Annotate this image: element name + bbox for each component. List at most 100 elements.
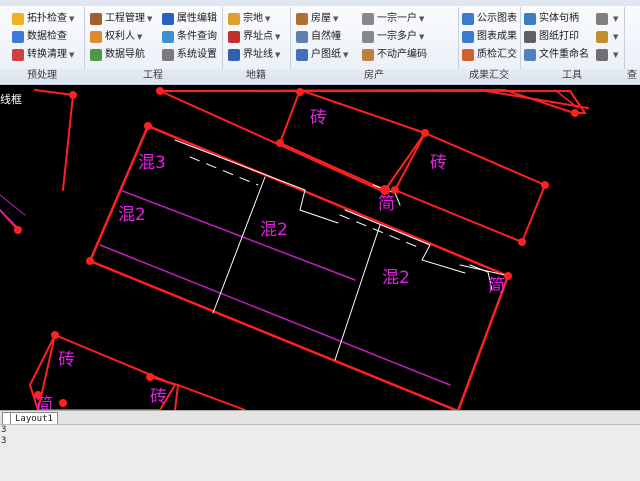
- group-label: 预处理: [0, 69, 84, 83]
- condition-query-button[interactable]: 条件查询: [162, 29, 217, 45]
- brush-button[interactable]: ▼: [596, 29, 618, 45]
- house-button[interactable]: 房屋 ▼: [296, 11, 338, 27]
- structure-label-brick: 砖: [150, 387, 167, 407]
- interior-white-line[interactable]: [212, 176, 266, 314]
- group-results: 公示图表 图表成果 质检汇交 成果汇交: [458, 7, 521, 83]
- wrench-button[interactable]: ▼: [596, 47, 618, 63]
- drawing-canvas[interactable]: 砖 砖 混3 混2 混2 混2 简 简 砖 砖 简 线框: [0, 85, 640, 410]
- project-manage-button[interactable]: 工程管理 ▼: [90, 11, 152, 27]
- grid-icon: [596, 13, 608, 25]
- parcel-outline[interactable]: [393, 131, 547, 244]
- owner-button[interactable]: 权利人 ▼: [90, 29, 142, 45]
- parcel-button[interactable]: 宗地 ▼: [228, 11, 270, 27]
- frame-tag: 线框: [0, 92, 22, 106]
- vertex-point[interactable]: [571, 109, 579, 117]
- one-parcel-multi-unit-button[interactable]: 一宗多户 ▼: [362, 29, 424, 45]
- vertex-point[interactable]: [541, 181, 549, 189]
- attribute-edit-button[interactable]: 属性编辑: [162, 11, 217, 27]
- vertex-point[interactable]: [51, 331, 59, 339]
- vertex-point[interactable]: [69, 91, 77, 99]
- chevron-down-icon: ▼: [265, 15, 271, 23]
- point-icon: [228, 31, 240, 43]
- natural-building-button[interactable]: 自然幢: [296, 29, 341, 45]
- chevron-down-icon: ▼: [137, 33, 143, 41]
- interior-purple-line[interactable]: [99, 244, 451, 386]
- ribbon: 拓扑检查 ▼ 数据检查 转换清理 ▼ 预处理 工程管理 ▼ 属性编辑 权利人 ▼ 条件查…: [0, 0, 640, 85]
- vertex-point[interactable]: [296, 88, 304, 96]
- chevron-down-icon: ▼: [333, 15, 339, 23]
- command-history-line: 3: [1, 436, 7, 446]
- boundary-point-button[interactable]: 界址点 ▼: [228, 29, 280, 45]
- interior-dashed-line[interactable]: [339, 214, 421, 249]
- arrow-icon: [362, 13, 374, 25]
- group-preprocess: 拓扑检查 ▼ 数据检查 转换清理 ▼ 预处理: [0, 7, 85, 83]
- system-settings-button[interactable]: 系统设置: [162, 47, 217, 63]
- vertex-point[interactable]: [59, 399, 67, 407]
- print-drawing-button[interactable]: 图纸打印: [524, 29, 579, 45]
- entity-handle-button[interactable]: 实体句柄: [524, 11, 579, 27]
- vertex-point[interactable]: [504, 272, 512, 280]
- user-icon: [90, 31, 102, 43]
- cad-drawing[interactable]: 砖 砖 混3 混2 混2 混2 简 简 砖 砖 简 线框: [0, 85, 640, 410]
- interior-white-line[interactable]: [344, 209, 431, 246]
- group-cadastre: 宗地 ▼ 界址点 ▼ 界址线 ▼ 地籍: [222, 7, 291, 83]
- unit-drawing-button[interactable]: 户图纸 ▼: [296, 47, 348, 63]
- parcel-icon: [228, 13, 240, 25]
- chart-results-button[interactable]: 图表成果: [462, 29, 517, 45]
- structure-label-simple: 简: [378, 194, 395, 214]
- vertex-point[interactable]: [391, 186, 399, 194]
- interior-dashed-line[interactable]: [189, 156, 259, 186]
- chevron-down-icon: ▼: [343, 51, 349, 59]
- chevron-down-icon: ▼: [613, 51, 619, 59]
- brush-icon: [596, 31, 608, 43]
- public-chart-button[interactable]: 公示图表: [462, 11, 517, 27]
- data-navigation-button[interactable]: 数据导航: [90, 47, 145, 63]
- structure-label-brick: 砖: [58, 350, 75, 370]
- wrench-icon: [596, 49, 608, 61]
- chevron-down-icon: ▼: [69, 15, 75, 23]
- house-icon: [296, 13, 308, 25]
- line-icon: [228, 49, 240, 61]
- group-label: 工具: [520, 69, 624, 83]
- parcel-boundary[interactable]: [0, 194, 26, 216]
- parcel-outline[interactable]: [34, 89, 75, 191]
- file-icon: [524, 49, 536, 61]
- rename-file-button[interactable]: 文件重命名: [524, 47, 589, 63]
- interior-white-line[interactable]: [299, 189, 339, 224]
- structure-label-concrete2: 混2: [260, 220, 288, 240]
- ribbon-tab-strip: [0, 0, 640, 6]
- checkbox-icon: [12, 31, 24, 43]
- vertex-point[interactable]: [518, 238, 526, 246]
- convert-clean-button[interactable]: 转换清理 ▼: [12, 47, 74, 63]
- structure-label-brick: 砖: [310, 108, 327, 128]
- qc-submit-button[interactable]: 质检汇交: [462, 47, 517, 63]
- boundary-line-button[interactable]: 界址线 ▼: [228, 47, 280, 63]
- parcel-outline[interactable]: [177, 384, 246, 410]
- vertex-point[interactable]: [146, 373, 154, 381]
- command-history-line: 3: [1, 425, 7, 435]
- group-tools: 实体句柄 图纸打印 文件重命名 ▼ ▼ ▼ 工具: [520, 7, 625, 83]
- one-parcel-one-unit-button[interactable]: 一宗一户 ▼: [362, 11, 424, 27]
- command-line[interactable]: 3 3: [0, 424, 640, 481]
- vertex-points[interactable]: [14, 87, 579, 407]
- topology-check-button[interactable]: 拓扑检查 ▼: [12, 11, 74, 27]
- grid-button[interactable]: ▼: [596, 11, 618, 27]
- vertex-point[interactable]: [144, 122, 152, 130]
- data-check-button[interactable]: 数据检查: [12, 29, 67, 45]
- vertex-point[interactable]: [276, 139, 284, 147]
- vertex-point[interactable]: [156, 87, 164, 95]
- structure-label-concrete3: 混3: [138, 153, 166, 173]
- group-property: 房屋 ▼ 一宗一户 ▼ 自然幢 一宗多户 ▼ 户图纸 ▼ 不动产编码 房产: [290, 7, 459, 83]
- tool-icon: [12, 49, 24, 61]
- group-query-partial: 查: [624, 7, 640, 83]
- interior-white-line[interactable]: [334, 224, 381, 361]
- real-estate-code-button[interactable]: 不动产编码: [362, 47, 427, 63]
- print-icon: [524, 31, 536, 43]
- group-label: 工程: [84, 69, 222, 83]
- vertex-point[interactable]: [14, 226, 22, 234]
- vertex-point[interactable]: [421, 129, 429, 137]
- parcel-outline[interactable]: [159, 88, 587, 114]
- drawing-icon: [296, 49, 308, 61]
- vertex-point[interactable]: [86, 257, 94, 265]
- chevron-down-icon: ▼: [147, 15, 153, 23]
